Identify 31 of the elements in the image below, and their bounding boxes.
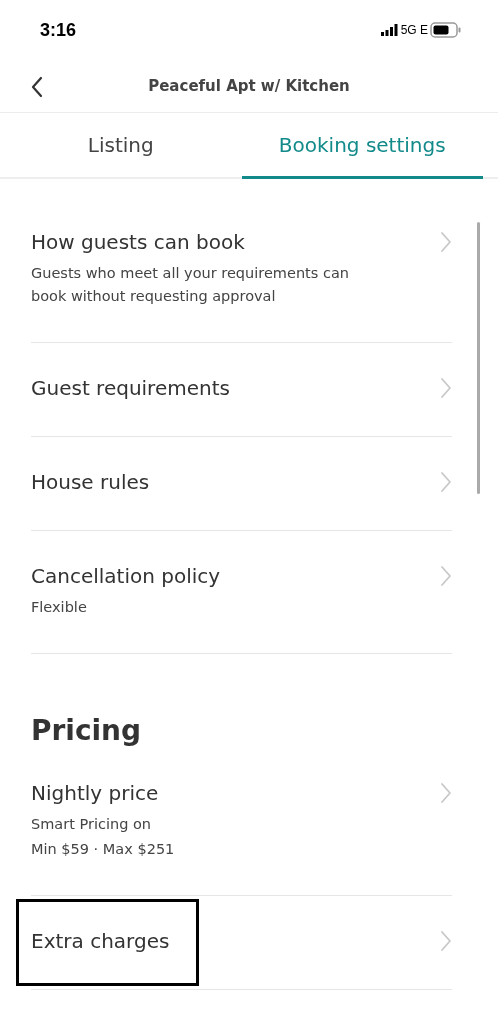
row-description: Guests who meet all your requirements can book without requesting approval xyxy=(31,264,350,306)
chevron-right-icon xyxy=(440,565,452,587)
settings-row[interactable]: Nightly price Smart Pricing on Min $59 · Max $251 xyxy=(31,748,452,896)
settings-row[interactable]: Guest requirements xyxy=(31,343,452,437)
row-title: Nightly price xyxy=(31,780,160,807)
chevron-right-icon xyxy=(440,377,452,399)
settings-row[interactable]: How guests can book Guests who meet all your requirements can book without requesting approval xyxy=(31,197,452,343)
tab[interactable]: Booking settings xyxy=(241,113,483,179)
settings-row[interactable]: House rules xyxy=(31,437,452,531)
status-time: 3:16 xyxy=(40,19,77,41)
signal-icon xyxy=(380,24,399,36)
row-title: How guests can book xyxy=(31,229,246,256)
row-title: Guest requirements xyxy=(31,375,230,402)
chevron-right-icon xyxy=(440,471,452,493)
chevron-right-icon xyxy=(440,930,452,952)
settings-row[interactable]: Cancellation policy Flexible xyxy=(31,531,452,654)
page-title: Peaceful Apt w/ Kitchen xyxy=(148,77,350,95)
chevron-left-icon xyxy=(30,76,44,98)
row-title: House rules xyxy=(31,469,150,496)
section-heading: Pricing xyxy=(31,714,143,748)
network-label: 5G E xyxy=(400,23,428,37)
tab[interactable]: Listing xyxy=(0,113,242,179)
battery-icon xyxy=(430,22,462,38)
row-title: Extra charges xyxy=(31,928,170,955)
row-description: Min $59 · Max $251 xyxy=(31,840,175,859)
row-description: Smart Pricing on xyxy=(31,815,152,834)
chevron-right-icon xyxy=(440,782,452,804)
chevron-right-icon xyxy=(440,231,452,253)
row-description: Flexible xyxy=(31,598,88,617)
settings-row[interactable]: Extra charges xyxy=(31,896,452,990)
row-title: Cancellation policy xyxy=(31,563,221,590)
